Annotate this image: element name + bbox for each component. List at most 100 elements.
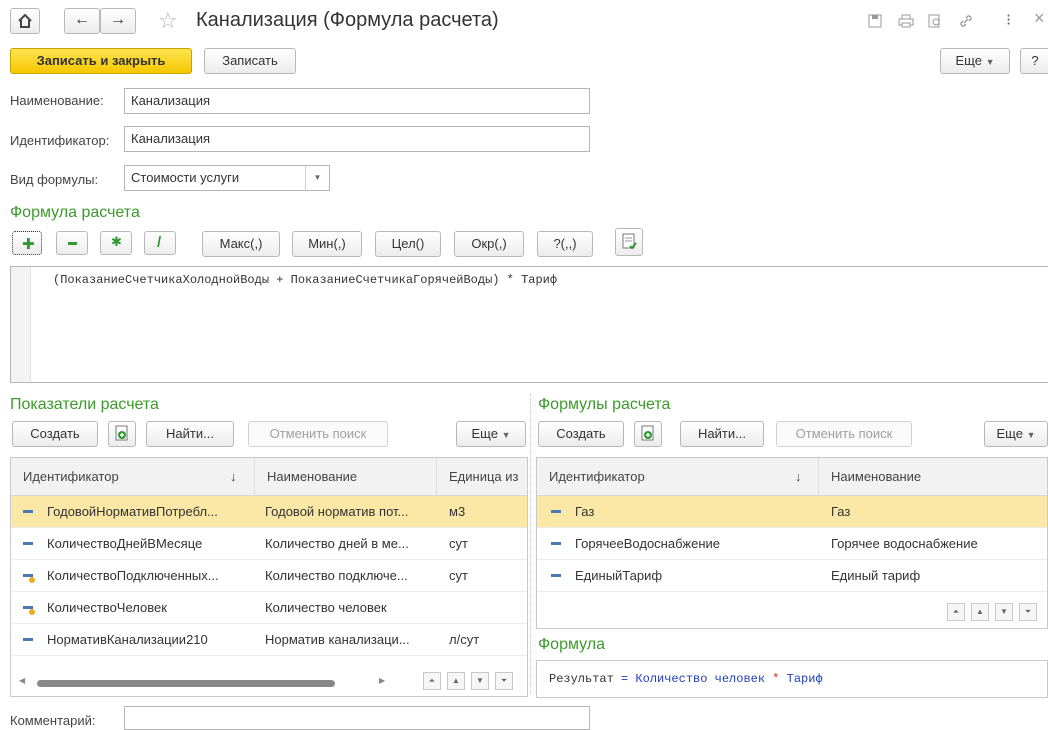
window-title: Канализация (Формула расчета) [196,9,499,31]
indicators-table[interactable]: Идентификатор ↓ Наименование Единица из … [10,457,528,697]
nav-first-button[interactable]: ⏶ [423,672,441,690]
back-button[interactable]: ← [64,8,100,34]
save-button[interactable]: Записать [204,48,296,74]
formula-id: ГорячееВодоснабжение [575,536,720,551]
table-row[interactable]: ГодовойНормативПотребл... Годовой нормат… [11,496,527,528]
save-disk-icon[interactable] [868,14,882,28]
nav-last-button[interactable]: ⏷ [495,672,513,690]
arrow-right-icon: → [110,11,126,28]
check-formula-button[interactable] [615,228,643,256]
formulas-find-button[interactable]: Найти... [680,421,764,447]
nav-down-button[interactable]: ▼ [471,672,489,690]
formula-name: Газ [831,504,851,519]
table-row[interactable]: ЕдиныйТариф Единый тариф [537,560,1047,592]
table-row[interactable]: КоличествоЧеловек Количество человек [11,592,527,624]
scroll-left-arrow-icon[interactable]: ◀ [19,676,25,685]
formula-result-word: Результат [549,672,614,686]
nav-up-button[interactable]: ▲ [971,603,989,621]
table-row[interactable]: КоличествоПодключенных... Количество под… [11,560,527,592]
favorite-star-icon[interactable]: ☆ [158,8,178,34]
more-vertical-icon[interactable]: ⁝ [1006,10,1011,30]
nav-first-button[interactable]: ⏶ [947,603,965,621]
plus-icon: ✚ [22,236,35,253]
formula-kind-select[interactable]: Стоимости услуги ▼ [124,165,330,191]
formulas-col-name[interactable]: Наименование [819,458,1047,496]
divide-icon: / [157,234,162,251]
plus-button[interactable]: ✚ [12,231,42,255]
formulas-col-identifier[interactable]: Идентификатор ↓ [537,458,819,496]
horizontal-scrollbar[interactable]: ◀ ▶ [19,676,391,690]
scrollbar-thumb[interactable] [37,680,335,687]
nav-up-button[interactable]: ▲ [447,672,465,690]
formula-name: Горячее водоснабжение [831,536,978,551]
round-function-button[interactable]: Окр(,) [454,231,524,257]
dash-icon [23,638,33,641]
add-copy-icon [641,425,654,441]
indicator-name: Количество человек [265,600,387,615]
indicators-cancel-search-button[interactable]: Отменить поиск [248,421,388,447]
help-button[interactable]: ? [1020,48,1048,74]
formula-editor[interactable]: (ПоказаниеСчетчикаХолоднойВоды + Показан… [10,266,1048,383]
formulas-table-header: Идентификатор ↓ Наименование [537,458,1047,496]
formulas-copy-button[interactable] [634,421,662,447]
nav-last-button[interactable]: ⏷ [1019,603,1037,621]
indicator-id: КоличествоПодключенных... [47,568,219,583]
indicator-id: ГодовойНормативПотребл... [47,504,218,519]
forward-button[interactable]: → [100,8,136,34]
table-row[interactable]: ГорячееВодоснабжение Горячее водоснабжен… [537,528,1047,560]
indicator-id: НормативКанализации210 [47,632,208,647]
formulas-cancel-search-button[interactable]: Отменить поиск [776,421,912,447]
divide-button[interactable]: / [144,231,176,255]
indicator-name: Количество подключе... [265,568,408,583]
formulas-create-button[interactable]: Создать [538,421,624,447]
condition-function-button[interactable]: ?(,,) [537,231,593,257]
close-icon[interactable]: × [1034,8,1045,29]
indicators-section-title: Показатели расчета [10,396,159,413]
indicators-create-button[interactable]: Создать [12,421,98,447]
dash-icon [551,574,561,577]
indicators-copy-button[interactable] [108,421,136,447]
formula-operator: * [772,672,780,686]
print-icon[interactable] [898,14,914,28]
link-icon[interactable] [958,13,974,29]
formula-editor-gutter [11,267,31,382]
formula-kind-value: Стоимости услуги [131,170,240,185]
indicator-name: Годовой норматив пот... [265,504,409,519]
indicator-unit: сут [449,568,468,583]
save-and-close-button[interactable]: Записать и закрыть [10,48,192,74]
formulas-more-button[interactable]: Еще ▼ [984,421,1048,447]
indicators-col-name[interactable]: Наименование [255,458,437,496]
indicators-find-button[interactable]: Найти... [146,421,234,447]
more-button[interactable]: Еще ▼ [940,48,1010,74]
table-row[interactable]: НормативКанализации210 Норматив канализа… [11,624,527,656]
indicators-col-unit[interactable]: Единица из [437,458,527,496]
comment-field[interactable] [124,706,590,730]
indicator-name: Норматив канализаци... [265,632,410,647]
check-document-icon [622,233,637,250]
scroll-right-arrow-icon[interactable]: ▶ [379,676,385,685]
formulas-col-identifier-label: Идентификатор [549,469,645,484]
minus-button[interactable] [56,231,88,255]
multiply-button[interactable]: ✱ [100,231,132,255]
formulas-table[interactable]: Идентификатор ↓ Наименование Газ Газ Гор… [536,457,1048,629]
dash-icon [551,542,561,545]
int-function-button[interactable]: Цел() [375,231,441,257]
dropdown-arrow-icon[interactable]: ▼ [305,166,329,190]
indicators-more-button[interactable]: Еще ▼ [456,421,526,447]
home-button[interactable] [10,8,40,34]
table-row[interactable]: Газ Газ [537,496,1047,528]
formula-operand-2: Тариф [786,672,823,686]
chevron-down-icon: ▼ [985,57,995,67]
sort-down-arrow-icon: ↓ [230,469,237,484]
dash-icon [23,542,33,545]
preview-icon[interactable] [928,14,942,28]
indicator-id: КоличествоДнейВМесяце [47,536,203,551]
identifier-field[interactable]: Канализация [124,126,590,152]
formula-id: ЕдиныйТариф [575,568,663,583]
indicators-col-identifier[interactable]: Идентификатор ↓ [11,458,255,496]
max-function-button[interactable]: Макс(,) [202,231,280,257]
min-function-button[interactable]: Мин(,) [292,231,362,257]
name-field[interactable]: Канализация [124,88,590,114]
nav-down-button[interactable]: ▼ [995,603,1013,621]
table-row[interactable]: КоличествоДнейВМесяце Количество дней в … [11,528,527,560]
